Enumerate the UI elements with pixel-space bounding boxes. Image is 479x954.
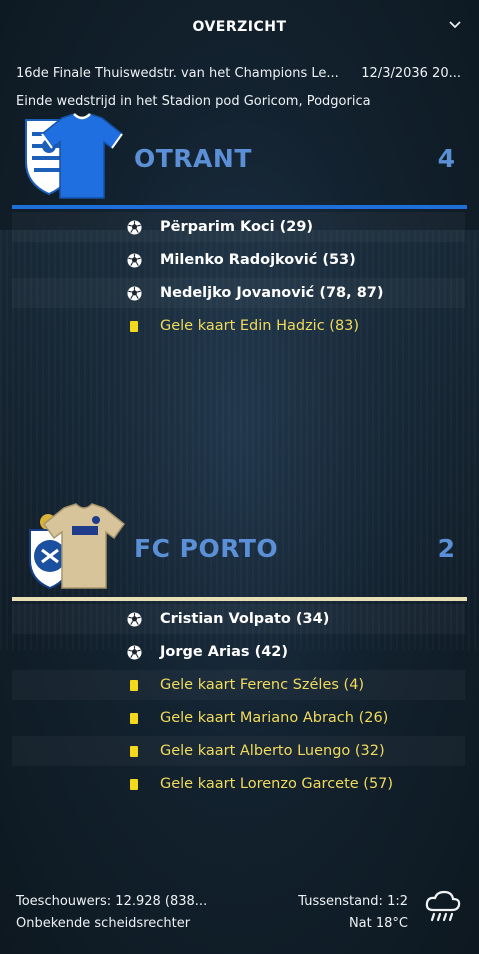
- home-event-row[interactable]: Gele kaart Edin Hadzic (83): [12, 311, 465, 341]
- rain-cloud-icon: [424, 890, 462, 924]
- away-event-row[interactable]: Jorge Arias (42): [12, 637, 465, 667]
- home-event-row[interactable]: Milenko Radojković (53): [12, 245, 465, 275]
- goal-scorer-text: Përparim Koci (29): [160, 219, 314, 235]
- home-team-header[interactable]: OTRANT 4: [12, 112, 467, 208]
- competition-info: 16de Finale Thuiswedstr. van het Champio…: [16, 66, 339, 81]
- halftime-score: Tussenstand: 1:2: [298, 894, 408, 909]
- yellow-card-shape: [130, 679, 138, 691]
- goal-ball-icon: [122, 644, 146, 660]
- yellow-card-shape: [130, 712, 138, 724]
- match-date: 12/3/2036 20...: [361, 66, 461, 81]
- booking-text: Gele kaart Ferenc Széles (4): [160, 677, 365, 693]
- yellow-card-shape: [130, 320, 138, 332]
- away-event-row[interactable]: Gele kaart Lorenzo Garcete (57): [12, 769, 465, 799]
- goal-ball-icon: [122, 252, 146, 268]
- goal-ball-icon: [122, 611, 146, 627]
- away-team-color-bar: [12, 597, 467, 601]
- away-event-row[interactable]: Gele kaart Mariano Abrach (26): [12, 703, 465, 733]
- home-team-kit: [40, 112, 124, 200]
- yellow-card-icon: [122, 712, 146, 724]
- home-team-name: OTRANT: [134, 144, 252, 173]
- weather-text: Nat 18°C: [348, 916, 408, 931]
- away-team-header[interactable]: FC PORTO 2: [12, 502, 467, 598]
- booking-text: Gele kaart Mariano Abrach (26): [160, 710, 389, 726]
- yellow-card-icon: [122, 320, 146, 332]
- yellow-card-shape: [130, 778, 138, 790]
- yellow-card-icon: [122, 745, 146, 757]
- header-title: OVERZICHT: [192, 19, 287, 35]
- home-event-row[interactable]: Përparim Koci (29): [12, 212, 465, 242]
- home-team-color-bar: [12, 205, 467, 209]
- away-team-score: 2: [437, 534, 455, 563]
- chevron-down-icon[interactable]: [449, 17, 461, 33]
- goal-ball-icon: [122, 285, 146, 301]
- attendance-text: Toeschouwers: 12.928 (838...: [16, 894, 208, 909]
- overview-header[interactable]: OVERZICHT: [0, 0, 479, 56]
- goal-scorer-text: Cristian Volpato (34): [160, 611, 330, 627]
- goal-scorer-text: Milenko Radojković (53): [160, 252, 356, 268]
- booking-text: Gele kaart Edin Hadzic (83): [160, 318, 360, 334]
- away-team-kit: [42, 502, 126, 590]
- yellow-card-icon: [122, 679, 146, 691]
- home-team-score: 4: [437, 144, 455, 173]
- away-team-name: FC PORTO: [134, 534, 279, 563]
- yellow-card-icon: [122, 778, 146, 790]
- booking-text: Gele kaart Alberto Luengo (32): [160, 743, 385, 759]
- away-event-row[interactable]: Gele kaart Alberto Luengo (32): [12, 736, 465, 766]
- booking-text: Gele kaart Lorenzo Garcete (57): [160, 776, 394, 792]
- away-event-row[interactable]: Cristian Volpato (34): [12, 604, 465, 634]
- referee-text: Onbekende scheidsrechter: [16, 916, 191, 931]
- yellow-card-shape: [130, 745, 138, 757]
- goal-ball-icon: [122, 219, 146, 235]
- goal-scorer-text: Jorge Arias (42): [160, 644, 289, 660]
- away-event-row[interactable]: Gele kaart Ferenc Széles (4): [12, 670, 465, 700]
- home-event-row[interactable]: Nedeljko Jovanović (78, 87): [12, 278, 465, 308]
- goal-scorer-text: Nedeljko Jovanović (78, 87): [160, 285, 384, 301]
- venue-info: Einde wedstrijd in het Stadion pod Goric…: [16, 94, 371, 109]
